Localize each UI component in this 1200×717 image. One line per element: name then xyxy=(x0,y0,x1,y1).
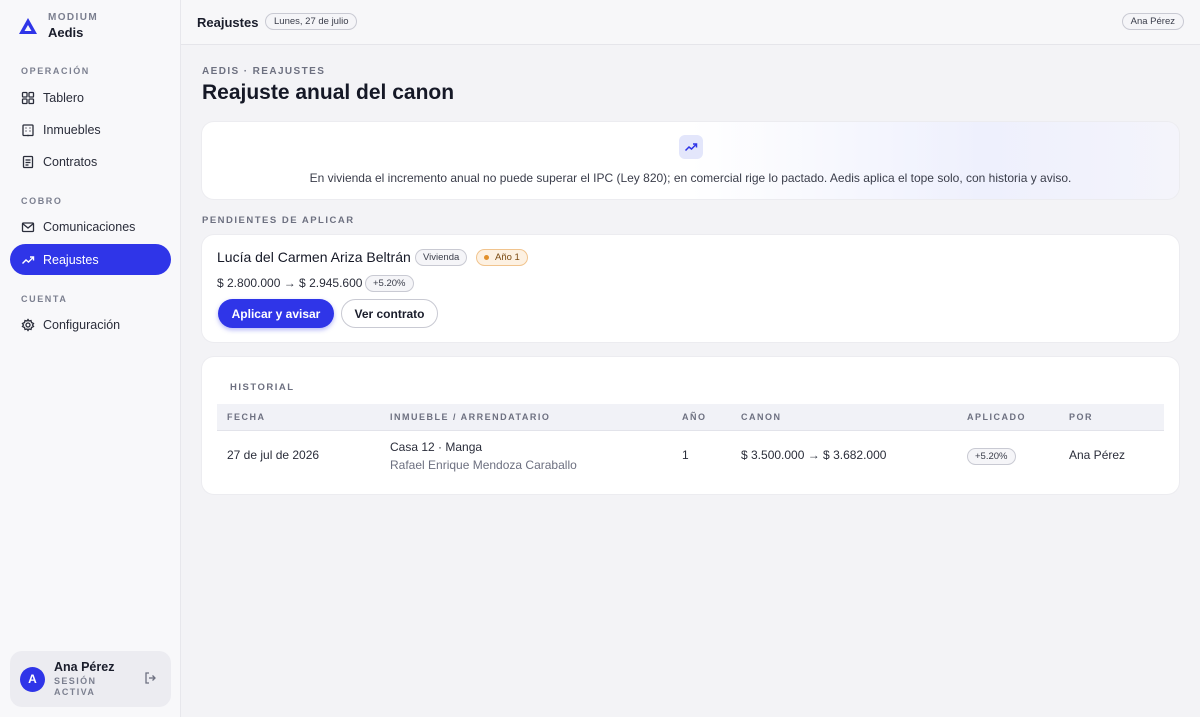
sidebar-item-label: Tablero xyxy=(43,90,84,105)
topbar: Reajustes Lunes, 27 de julio Ana Pérez xyxy=(181,0,1200,45)
view-contract-button[interactable]: Ver contrato xyxy=(341,299,438,328)
gear-icon xyxy=(21,317,35,332)
sidebar-item-label: Inmuebles xyxy=(43,122,101,137)
sidebar-item-tablero[interactable]: Tablero xyxy=(10,82,171,113)
logout-icon[interactable] xyxy=(143,671,157,685)
sidebar: MODIUM Aedis OPERACIÓN Tablero Inmuebles xyxy=(0,0,181,717)
cell-arrendatario: Rafael Enrique Mendoza Caraballo xyxy=(390,458,577,472)
info-notice: En vivienda el incremento anual no puede… xyxy=(202,122,1179,199)
pending-card: Lucía del Carmen Ariza Beltrán Vivienda … xyxy=(202,235,1179,342)
sidebar-item-comunicaciones[interactable]: Comunicaciones xyxy=(10,211,171,242)
sidebar-item-label: Reajustes xyxy=(43,252,99,267)
status-dot xyxy=(484,255,489,260)
sidebar-item-reajustes[interactable]: Reajustes xyxy=(10,244,171,275)
brand-name: Aedis xyxy=(48,25,84,40)
column-header: POR xyxy=(1069,412,1094,422)
column-header: INMUEBLE / ARRENDATARIO xyxy=(390,412,551,422)
modium-logo-icon xyxy=(19,18,37,34)
apply-and-notify-button[interactable]: Aplicar y avisar xyxy=(218,299,334,328)
cell-por: Ana Pérez xyxy=(1069,448,1126,462)
cell-anio: 1 xyxy=(682,448,689,462)
amount-change: $ 2.800.000 → $ 2.945.600 xyxy=(217,276,363,290)
year-tag-label: Año 1 xyxy=(495,252,520,263)
brand-small: MODIUM xyxy=(48,12,99,23)
mail-icon xyxy=(21,220,35,234)
history-card: HISTORIAL FECHA INMUEBLE / ARRENDATARIO … xyxy=(202,357,1179,494)
column-header: APLICADO xyxy=(967,412,1026,422)
trend-up-icon xyxy=(21,253,35,267)
user-card: A Ana Pérez SESIÓN ACTIVA xyxy=(10,651,171,707)
avatar: A xyxy=(20,666,45,692)
grid-icon xyxy=(21,91,35,105)
cell-inmueble: Casa 12 · Manga xyxy=(390,440,483,454)
pending-section-label: PENDIENTES DE APLICAR xyxy=(202,215,355,226)
percent-badge: +5.20% xyxy=(365,275,414,292)
sidebar-item-inmuebles[interactable]: Inmuebles xyxy=(10,114,171,145)
cell-fecha: 27 de jul de 2026 xyxy=(227,448,320,462)
year-tag: Año 1 xyxy=(476,249,528,266)
column-header: AÑO xyxy=(682,412,707,422)
user-badge[interactable]: Ana Pérez xyxy=(1121,13,1184,30)
table-header: FECHA INMUEBLE / ARRENDATARIO AÑO CANON … xyxy=(217,404,1164,431)
section-label-cuenta: CUENTA xyxy=(21,294,68,304)
notice-text: En vivienda el incremento anual no puede… xyxy=(309,171,1072,185)
tenant-name: Lucía del Carmen Ariza Beltrán xyxy=(217,249,411,265)
section-label-cobro: COBRO xyxy=(21,196,63,206)
percent-badge: +5.20% xyxy=(967,448,1016,465)
sidebar-item-label: Configuración xyxy=(43,317,121,332)
history-label: HISTORIAL xyxy=(230,382,295,393)
section-label-operacion: OPERACIÓN xyxy=(21,66,90,76)
page-title: Reajuste anual del canon xyxy=(202,81,455,104)
building-icon xyxy=(21,123,35,137)
trend-up-icon xyxy=(679,135,703,159)
sidebar-item-label: Contratos xyxy=(43,154,98,169)
date-badge: Lunes, 27 de julio xyxy=(265,13,358,30)
session-status: SESIÓN ACTIVA xyxy=(54,676,97,697)
property-type-tag: Vivienda xyxy=(415,249,468,266)
sidebar-item-label: Comunicaciones xyxy=(43,219,136,234)
brand[interactable]: MODIUM Aedis xyxy=(18,12,98,40)
document-icon xyxy=(21,155,35,169)
sidebar-item-contratos[interactable]: Contratos xyxy=(10,146,171,177)
column-header: FECHA xyxy=(227,412,266,422)
column-header: CANON xyxy=(741,412,782,422)
sidebar-item-configuracion[interactable]: Configuración xyxy=(10,309,171,340)
breadcrumb: AEDIS · REAJUSTES xyxy=(202,66,326,77)
page-header-title: Reajustes xyxy=(197,15,259,30)
user-name: Ana Pérez xyxy=(54,660,115,674)
cell-canon: $ 3.500.000 → $ 3.682.000 xyxy=(741,448,887,462)
